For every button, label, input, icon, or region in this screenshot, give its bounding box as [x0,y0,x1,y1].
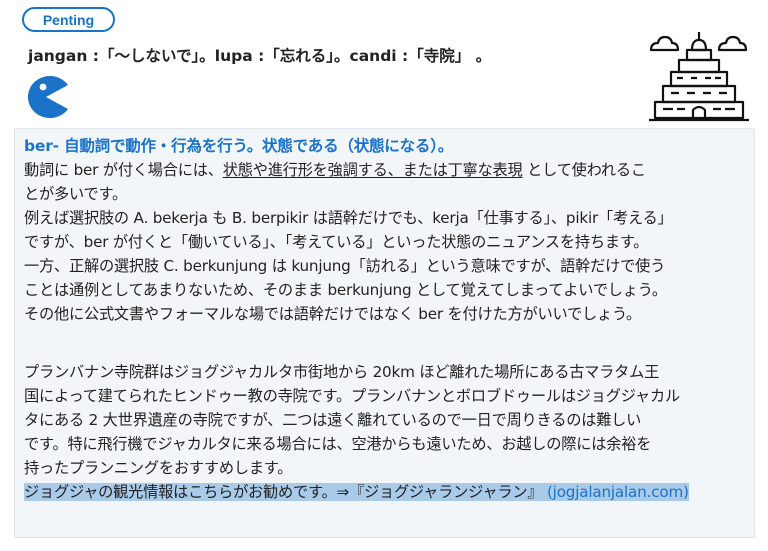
underlined-emphasis: 状態や進行形を強調する、または丁寧な表現 [222,161,523,179]
paragraph-line: 一方、正解の選択肢 C. berkunjung は kunjung「訪れる」とい… [24,257,666,275]
paragraph-line: です。特に飛行機でジャカルタに来る場合には、空港からも遠いため、お越しの際には余… [24,435,652,453]
promo-highlight: ジョグジャの観光情報はこちらがお勧めです。⇒『ジョグジャランジャラン』 (jog… [24,483,689,501]
penting-badge: Penting [22,7,115,32]
paragraph-line: タにある 2 大世界遺産の寺院ですが、二つは遠く離れているので一日で周りきるのは… [24,411,642,429]
paragraph-line: 動詞に ber が付く場合には、状態や進行形を強調する、または丁寧な表現 として… [24,158,748,182]
paragraph-line: 国によって建てられたヒンドゥー教の寺院です。プランバナンとボロブドゥールはジョグ… [24,387,680,405]
paragraph-line: プランバナン寺院群はジョグジャカルタ市街地から 20km ほど離れた場所にある古… [24,363,660,381]
paragraph-line: ことは通例としてあまりないため、そのまま berkunjung として覚えてしま… [24,281,667,299]
text-span: として使われるこ [522,161,646,179]
explanation-panel: ber- 自動詞で動作・行為を行う。状態である（状態になる）。 動詞に ber … [14,128,755,538]
paragraph-line: 持ったプランニングをおすすめします。 [24,459,293,477]
vocabulary-line: jangan :「〜しないで」。lupa :「忘れる」。candi :「寺院」 … [28,47,492,65]
paragraph-line: とが多いです。 [24,185,127,203]
paragraph-line: その他に公式文書やフォーマルな場では語幹だけではなく ber を付けた方がいいで… [24,305,642,323]
jogjalanjalan-link[interactable]: (jogjalanjalan.com) [547,483,689,501]
promo-text: ジョグジャの観光情報はこちらがお勧めです。⇒『ジョグジャランジャラン』 [24,483,543,501]
pacman-icon [27,76,68,118]
promo-line: ジョグジャの観光情報はこちらがお勧めです。⇒『ジョグジャランジャラン』 (jog… [24,480,748,504]
paragraph-line: ですが、ber が付くと「働いている」、「考えている」といった状態のニュアンスを… [24,233,649,251]
temple-icon [649,32,749,122]
paragraph-line: 例えば選択肢の A. bekerja も B. berpikir は語幹だけでも… [24,209,673,227]
text-span: 動詞に ber が付く場合には、 [24,161,223,179]
grammar-heading: ber- 自動詞で動作・行為を行う。状態である（状態になる）。 [24,137,454,155]
